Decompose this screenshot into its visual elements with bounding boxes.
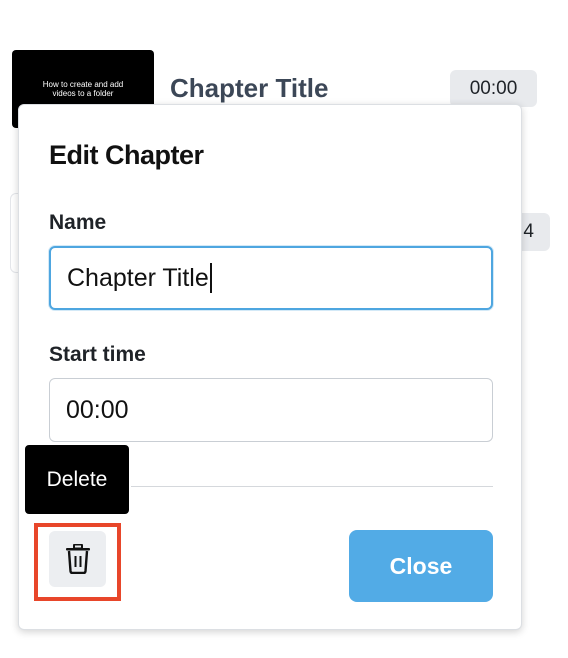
close-button[interactable]: Close [349,530,493,602]
highlight-box [34,523,121,601]
delete-tooltip: Delete [25,445,129,514]
start-time-input[interactable]: 00:00 [49,378,493,442]
name-label: Name [49,211,107,234]
thumbnail-caption: How to create and add videos to a folder [42,80,124,98]
name-input[interactable]: Chapter Title [49,246,493,310]
chapter-time-badge[interactable]: 00:00 [450,70,537,107]
text-caret [209,263,212,293]
name-input-value: Chapter Title [67,263,209,292]
chapter-title: Chapter Title [170,73,329,103]
popover-title: Edit Chapter [49,140,204,170]
stage: How to create and add videos to a folder… [0,0,568,658]
start-time-label: Start time [49,343,146,366]
start-time-input-value: 00:00 [66,395,129,424]
footer-divider [131,486,493,487]
